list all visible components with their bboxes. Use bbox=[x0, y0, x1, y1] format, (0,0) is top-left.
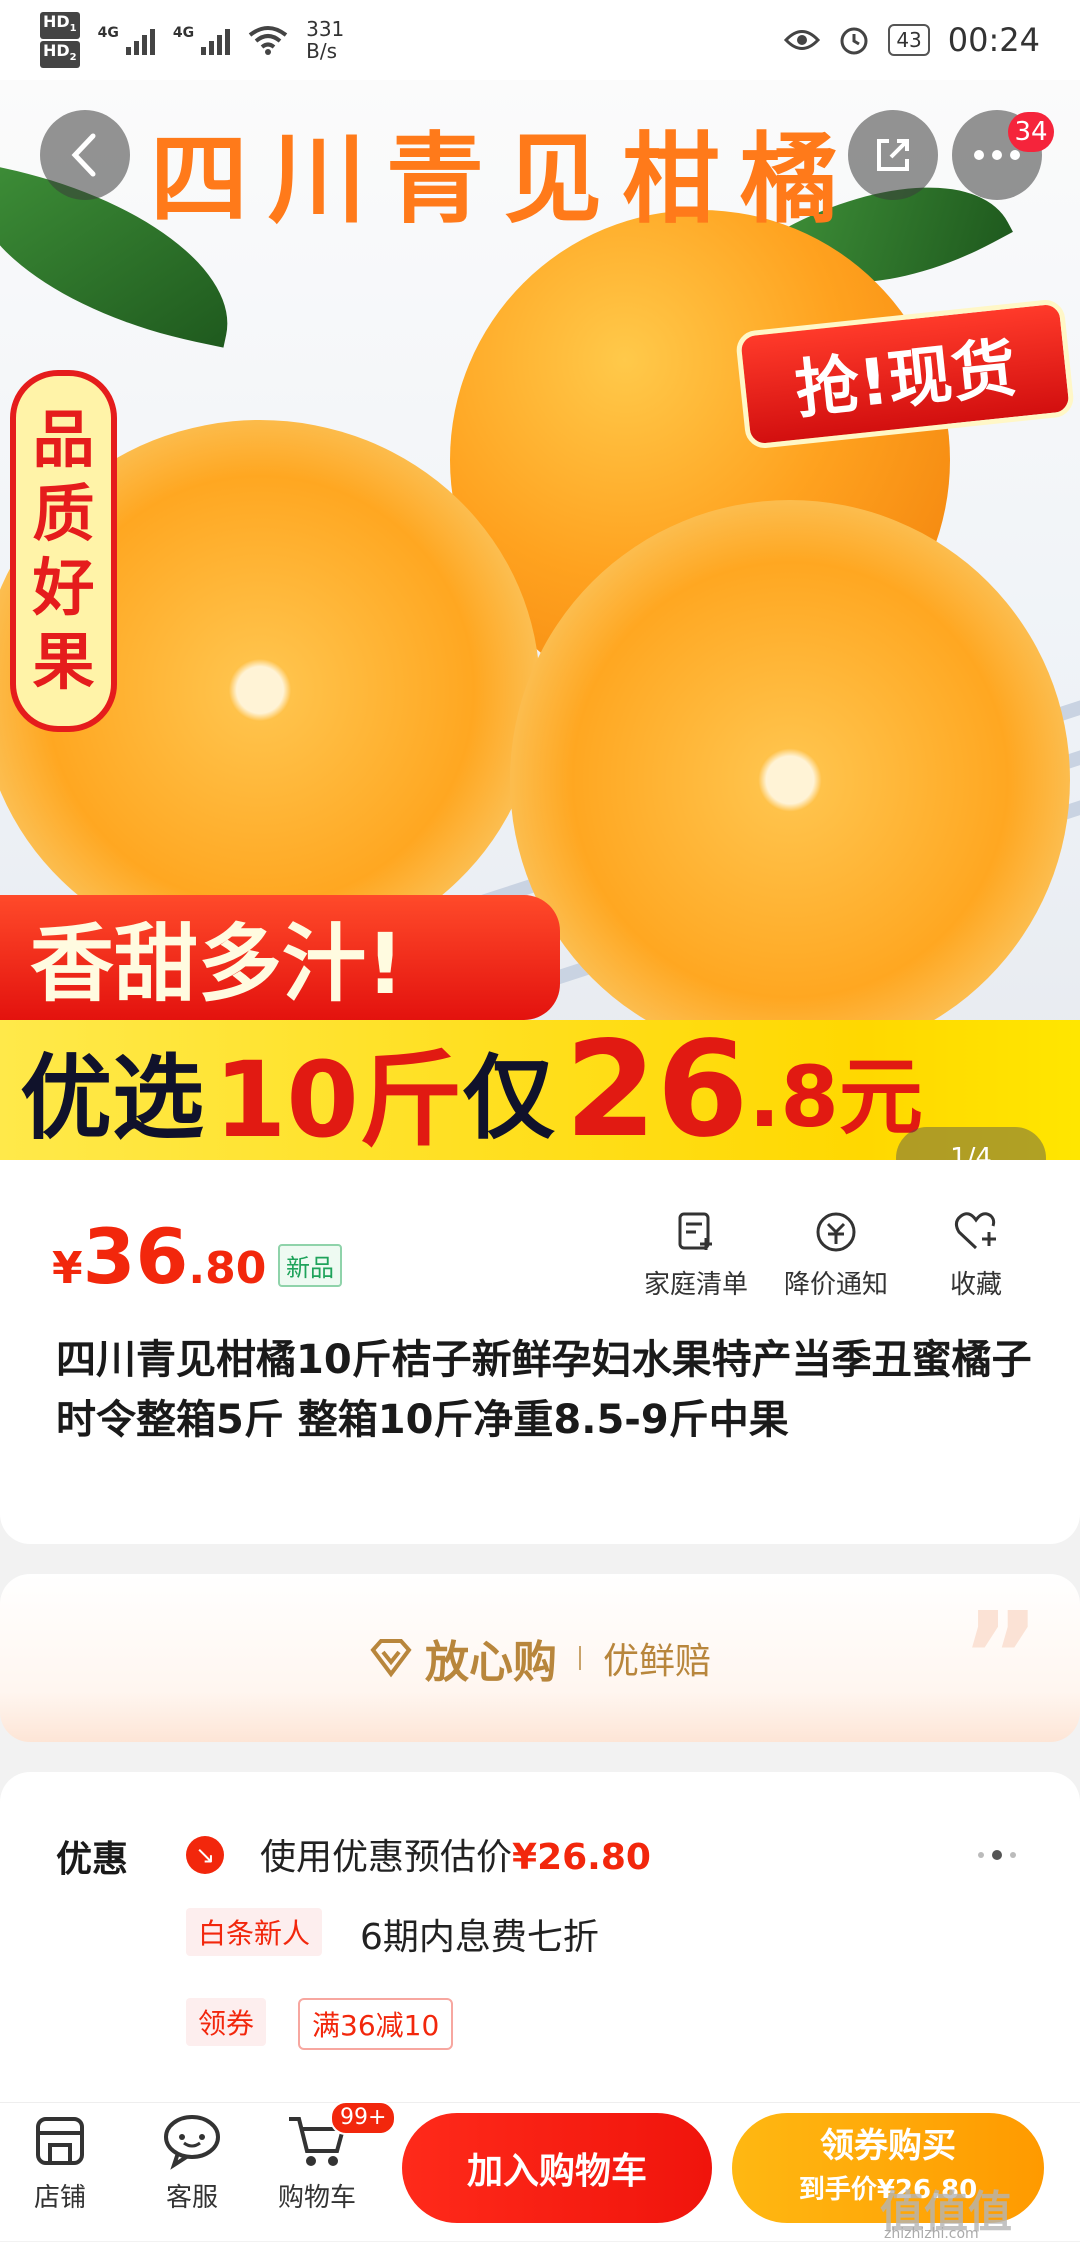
status-bar: HD1 HD2 4G 4G 331 B/s 43 00:24 bbox=[0, 0, 1080, 80]
eye-icon bbox=[784, 30, 821, 50]
heart-icon bbox=[954, 1212, 996, 1250]
sweet-juicy-banner: 香甜多汁! bbox=[0, 895, 560, 1020]
signal-icon: 4G bbox=[98, 25, 155, 55]
estimated-price-line: 使用优惠预估价¥26.80 bbox=[260, 1837, 651, 1878]
chevron-left-icon bbox=[71, 133, 96, 177]
watermark: 值值值 zhizhizhi.com bbox=[880, 2187, 1012, 2242]
store-icon bbox=[36, 2117, 84, 2165]
discount-label: 优惠 bbox=[56, 1839, 129, 1880]
status-left: HD1 HD2 4G 4G 331 B/s bbox=[40, 11, 344, 69]
product-price: ¥ 36 .80 bbox=[52, 1212, 267, 1301]
product-image-carousel[interactable]: 四川青见柑橘 品 质 好 果 抢!现货 香甜多汁! 优选 10斤 仅 26 .8… bbox=[0, 80, 1080, 1160]
wifi-icon bbox=[248, 26, 288, 55]
product-title: 四川青见柑橘10斤桔子新鲜孕妇水果特产当季丑蜜橘子时令整箱5斤 整箱10斤净重8… bbox=[56, 1337, 1032, 1443]
status-right: 43 00:24 bbox=[784, 21, 1040, 59]
hero-title: 四川青见柑橘 bbox=[150, 123, 859, 237]
more-dots-indicator[interactable] bbox=[978, 1850, 1016, 1860]
price-drop-alert-button[interactable]: 降价通知 bbox=[784, 1210, 888, 1301]
arrow-down-right-icon: ↘ bbox=[186, 1836, 224, 1874]
more-dots-icon bbox=[974, 150, 1020, 160]
guarantee-card[interactable]: 放心购 优鲜赔 ” bbox=[0, 1574, 1080, 1742]
signal-icon-2: 4G bbox=[173, 25, 231, 55]
quality-badge: 品 质 好 果 bbox=[10, 370, 117, 732]
list-add-icon bbox=[678, 1212, 712, 1250]
store-button[interactable]: 店铺 bbox=[30, 2111, 90, 2214]
product-info-card: ¥ 36 .80 新品 家庭清单 降价通知 收藏 四川青见柑橘10斤桔子新鲜孕妇… bbox=[0, 1160, 1080, 1544]
coupon-chip[interactable]: 满36减10 bbox=[298, 1998, 454, 2050]
installment-text: 6期内息费七折 bbox=[360, 1917, 599, 1958]
quote-decoration: ” bbox=[961, 1588, 1040, 1727]
chat-bubble-icon bbox=[164, 2115, 220, 2170]
discount-card[interactable]: 优惠 ↘ 使用优惠预估价¥26.80 白条新人 6期内息费七折 领券 满36减1… bbox=[0, 1772, 1080, 2102]
image-pager: 1/4 bbox=[896, 1127, 1046, 1160]
favorite-button[interactable]: 收藏 bbox=[950, 1210, 1002, 1301]
back-button[interactable] bbox=[40, 110, 130, 200]
alarm-icon bbox=[840, 27, 868, 55]
hd-indicator: HD1 HD2 bbox=[40, 11, 80, 69]
customer-service-button[interactable]: 客服 bbox=[160, 2111, 224, 2214]
share-icon bbox=[877, 139, 909, 171]
guarantee-divider bbox=[578, 1646, 581, 1670]
battery-indicator: 43 bbox=[888, 24, 930, 56]
baitiao-new-tag: 白条新人 bbox=[186, 1908, 323, 1956]
network-speed: 331 B/s bbox=[306, 17, 345, 63]
guarantee-main: 放心购 bbox=[369, 1626, 557, 1690]
share-button[interactable] bbox=[848, 110, 938, 200]
cart-nav-button[interactable]: 购物车 99+ bbox=[278, 2101, 397, 2214]
add-to-cart-button[interactable]: 加入购物车 bbox=[402, 2113, 712, 2223]
diamond-icon bbox=[370, 1639, 412, 1678]
family-list-button[interactable]: 家庭清单 bbox=[644, 1210, 748, 1301]
cart-count-badge: 99+ bbox=[330, 2101, 397, 2135]
guarantee-sub: 优鲜赔 bbox=[602, 1641, 711, 1682]
new-tag: 新品 bbox=[278, 1244, 342, 1287]
orange-half-image bbox=[510, 500, 1070, 1060]
price-drop-icon bbox=[816, 1212, 856, 1252]
coupon-tag: 领券 bbox=[186, 1998, 267, 2046]
message-count-badge: 34 bbox=[1008, 112, 1054, 152]
clock: 00:24 bbox=[947, 21, 1040, 59]
